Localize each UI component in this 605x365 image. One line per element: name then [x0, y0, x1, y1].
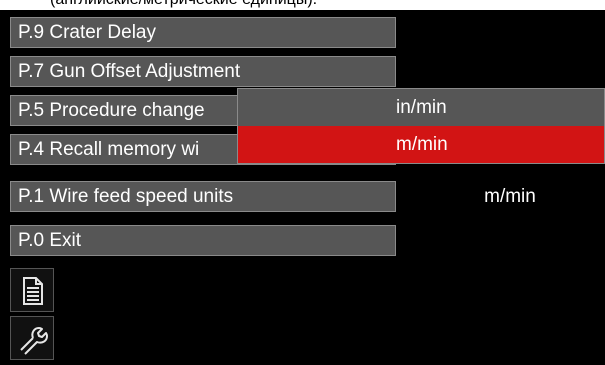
wire-feed-units-value: m/min [484, 186, 536, 207]
menu-item-exit[interactable]: P.0 Exit [10, 225, 396, 256]
menu-item-label: P.9 Crater Delay [18, 22, 156, 43]
menu-item-label: P.4 Recall memory wi [18, 139, 200, 160]
popup-option-in-min[interactable]: in/min [238, 89, 604, 126]
wrench-icon [20, 327, 48, 355]
popup-option-label: in/min [396, 97, 447, 118]
units-popup: in/min m/min [237, 88, 605, 164]
menu-item-label: P.1 Wire feed speed units [18, 186, 234, 207]
menu-item-gun-offset[interactable]: P.7 Gun Offset Adjustment [10, 56, 396, 87]
popup-option-m-min[interactable]: m/min [238, 126, 604, 163]
menu-item-crater-delay[interactable]: P.9 Crater Delay [10, 17, 396, 48]
document-tab[interactable] [10, 268, 54, 312]
menu-item-label: P.5 Procedure change [18, 100, 205, 121]
settings-tab[interactable] [10, 316, 54, 360]
menu-item-label: P.0 Exit [18, 230, 82, 251]
menu-item-wire-feed-units[interactable]: P.1 Wire feed speed units [10, 181, 396, 212]
menu-item-label: P.7 Gun Offset Adjustment [18, 61, 241, 82]
document-icon [23, 277, 43, 305]
popup-option-label: m/min [396, 134, 448, 155]
caption-text: (английские/метрические единицы). [50, 0, 317, 9]
machine-display: P.9 Crater Delay P.7 Gun Offset Adjustme… [0, 10, 605, 365]
caption-strip: (английские/метрические единицы). [0, 0, 605, 10]
